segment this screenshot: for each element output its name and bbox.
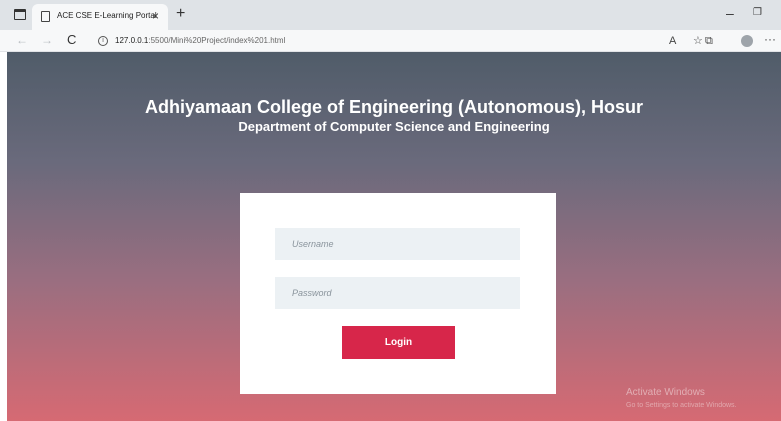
address-bar-row: ← → C i 127.0.0.1:5500/Mini%20Project/in… [0, 30, 781, 52]
login-form: Login [240, 193, 556, 394]
page-icon [41, 11, 50, 22]
favorite-icon[interactable]: ☆ [693, 34, 703, 48]
reload-icon[interactable]: C [67, 32, 76, 47]
page-title: Adhiyamaan College of Engineering (Auton… [144, 97, 644, 117]
url-host: 127.0.0.1 [115, 36, 149, 45]
activate-windows-subtitle: Go to Settings to activate Windows. [626, 402, 737, 409]
tab-actions-icon[interactable] [14, 9, 26, 20]
tab-title: ACE CSE E-Learning Portal [57, 11, 157, 20]
read-aloud-icon[interactable]: A [669, 34, 676, 48]
back-icon[interactable]: ← [16, 33, 28, 47]
password-input[interactable] [275, 277, 520, 309]
browser-tab-strip: ACE CSE E-Learning Portal × + – ❐ [0, 0, 781, 30]
site-info-icon[interactable]: i [98, 36, 108, 46]
page-subtitle: Department of Computer Science and Engin… [238, 119, 550, 134]
address-bar[interactable]: 127.0.0.1:5500/Mini%20Project/index%201.… [115, 36, 285, 45]
close-tab-icon[interactable]: × [152, 8, 159, 24]
more-menu-icon[interactable]: ··· [764, 32, 776, 46]
url-path: :5500/Mini%20Project/index%201.html [148, 36, 286, 45]
collections-button[interactable]: ⧉ [705, 34, 713, 48]
activate-windows-title: Activate Windows [626, 387, 705, 398]
minimize-icon[interactable]: – [726, 5, 734, 21]
new-tab-icon[interactable]: + [176, 5, 185, 23]
profile-avatar-icon[interactable] [741, 35, 753, 47]
forward-icon[interactable]: → [41, 33, 53, 47]
username-input[interactable] [275, 228, 520, 260]
restore-icon[interactable]: ❐ [753, 6, 762, 20]
page-content: Adhiyamaan College of Engineering (Auton… [7, 52, 781, 421]
login-button[interactable]: Login [342, 326, 455, 359]
browser-tab[interactable]: ACE CSE E-Learning Portal × [32, 4, 168, 30]
